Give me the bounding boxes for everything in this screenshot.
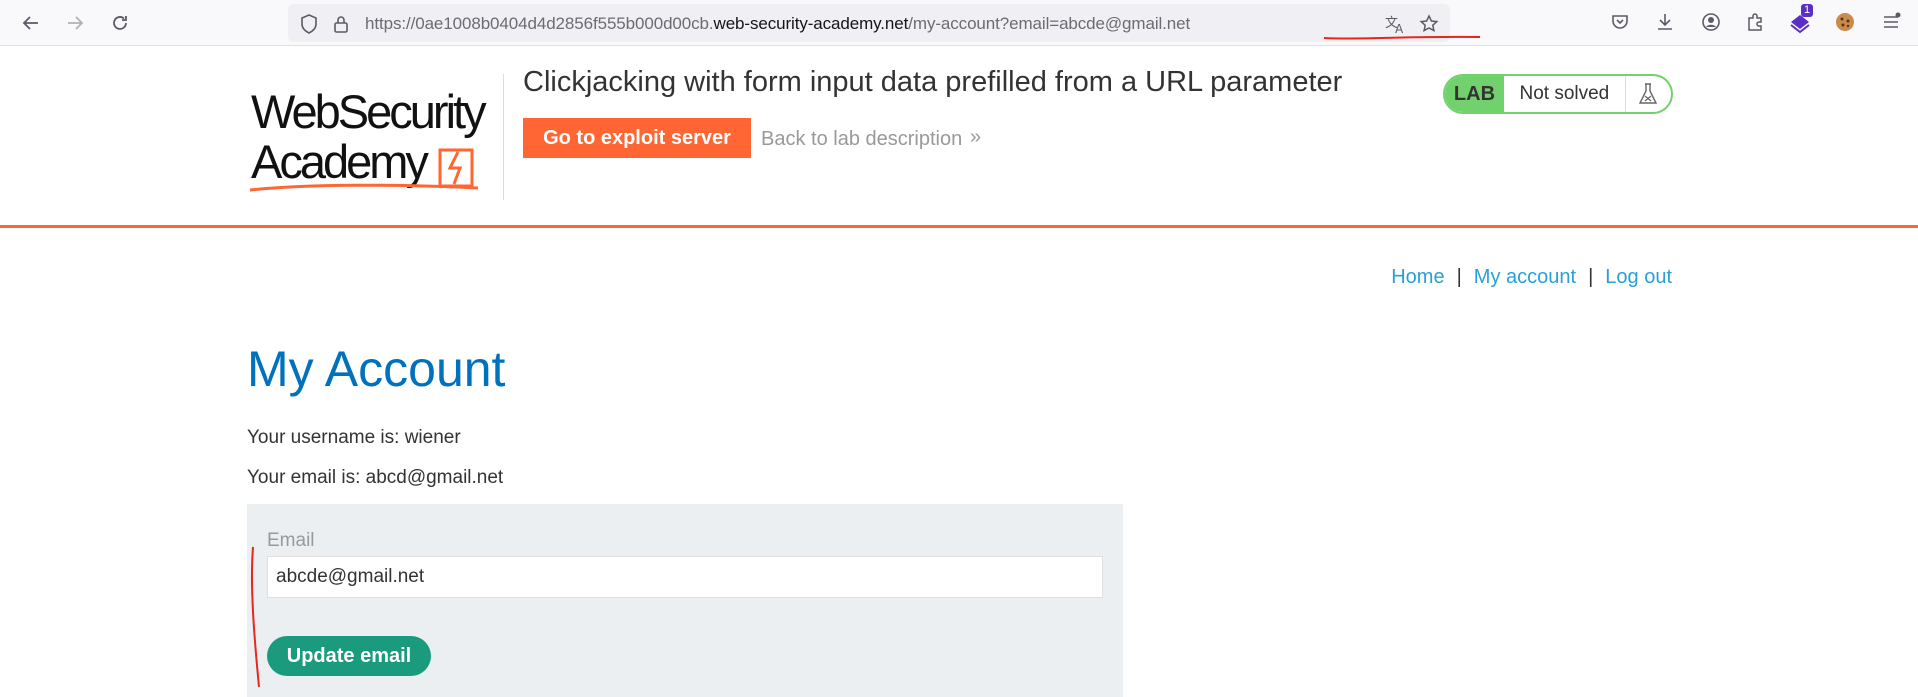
back-arrow-icon[interactable] <box>16 8 46 38</box>
forward-arrow-icon[interactable] <box>60 8 90 38</box>
translate-icon[interactable]: 文A <box>1384 13 1406 35</box>
account-icon[interactable] <box>1696 7 1726 37</box>
lab-status-badge: LAB Not solved <box>1443 74 1673 114</box>
pocket-icon[interactable] <box>1605 7 1635 37</box>
nav-my-account-link[interactable]: My account <box>1474 266 1576 288</box>
double-chevron-icon: » <box>970 126 982 148</box>
extension-badge-count: 1 <box>1801 4 1814 17</box>
logo-divider <box>503 74 504 200</box>
extensions-icon[interactable] <box>1740 7 1770 37</box>
back-to-lab-description-link[interactable]: Back to lab description <box>761 128 962 151</box>
bookmark-star-icon[interactable] <box>1418 13 1440 35</box>
nav-home-link[interactable]: Home <box>1391 266 1444 288</box>
url-domain: web-security-academy.net <box>713 14 909 33</box>
url-text[interactable]: https://0ae1008b0404d4d2856f555b000d00cb… <box>365 14 1190 34</box>
lab-status-text: Not solved <box>1503 76 1626 112</box>
nav-separator: | <box>1588 266 1594 288</box>
flask-icon <box>1626 76 1671 112</box>
page-title: My Account <box>247 341 506 397</box>
top-nav: Home | My account | Log out <box>1391 266 1672 289</box>
reload-icon[interactable] <box>105 8 135 38</box>
menu-icon[interactable] <box>1876 7 1906 37</box>
lab-label: LAB <box>1445 76 1504 112</box>
svg-text:A: A <box>1395 22 1404 34</box>
lock-icon[interactable] <box>330 13 352 35</box>
browser-toolbar: https://0ae1008b0404d4d2856f555b000d00cb… <box>0 0 1918 46</box>
cookie-icon[interactable] <box>1830 7 1860 37</box>
update-email-form: Email Update email <box>247 504 1123 697</box>
email-label: Email <box>267 530 315 551</box>
download-icon[interactable] <box>1650 7 1680 37</box>
extension-badge-icon[interactable]: 1 <box>1785 4 1815 37</box>
url-path: /my-account?email=abcde@gmail.net <box>908 14 1191 33</box>
logo-line2: Academy <box>251 135 429 188</box>
address-bar[interactable]: https://0ae1008b0404d4d2856f555b000d00cb… <box>288 4 1481 42</box>
lab-title: Clickjacking with form input data prefil… <box>523 66 1343 98</box>
lab-header: WebSecurity Academy Clickjacking with fo… <box>0 46 1918 228</box>
email-input[interactable] <box>267 556 1103 598</box>
go-to-exploit-server-button[interactable]: Go to exploit server <box>523 118 751 158</box>
red-annotation-underline <box>1323 35 1481 40</box>
nav-log-out-link[interactable]: Log out <box>1605 266 1672 288</box>
shield-icon[interactable] <box>298 13 320 35</box>
nav-separator: | <box>1456 266 1462 288</box>
url-prefix: https://0ae1008b0404d4d2856f555b000d00cb… <box>365 14 714 33</box>
update-email-button[interactable]: Update email <box>267 636 431 676</box>
logo-line1: WebSecurity <box>251 85 487 138</box>
email-text: Your email is: abcd@gmail.net <box>247 467 504 488</box>
red-annotation-line <box>250 546 260 688</box>
username-text: Your username is: wiener <box>247 427 461 448</box>
web-security-academy-logo[interactable]: WebSecurity Academy <box>248 74 500 206</box>
